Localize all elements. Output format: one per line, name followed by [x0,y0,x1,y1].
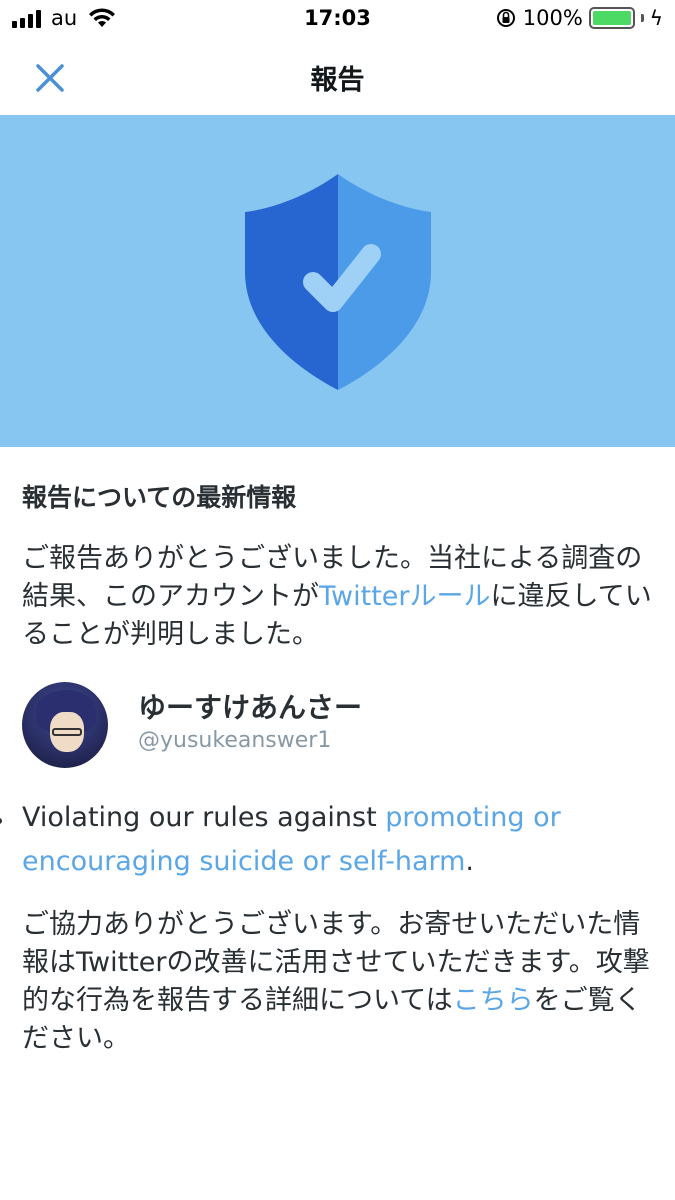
status-bar: au 17:03 100% ϟ [0,0,675,40]
report-result-text: ご報告ありがとうございました。当社による調査の結果、このアカウントがTwitte… [22,543,652,650]
status-right: 100% ϟ [495,6,663,30]
section-heading: 報告についての最新情報 [22,483,297,512]
battery-icon [588,7,635,29]
charging-icon: ϟ [649,6,663,30]
twitter-rules-link[interactable]: Twitterルール [319,581,491,612]
avatar[interactable] [22,682,108,768]
hero-banner [0,115,675,447]
thanks-text: ご協力ありがとうございます。お寄せいただいた情報はTwitterの改善に活用させ… [22,909,650,1054]
reported-user: ゆーすけあんさー @yusukeanswer1 [22,682,662,772]
report-content: 報告についての最新情報 ご報告ありがとうございました。当社による調査の結果、この… [0,478,662,1054]
shield-check-icon [245,174,431,390]
details-link[interactable]: こちら [453,985,534,1016]
bullet-dot [0,818,2,824]
battery-tip [640,14,644,22]
user-handle: @yusukeanswer1 [138,728,332,753]
nav-bar: 報告 [0,40,675,114]
orientation-lock-icon [496,9,515,27]
page-title: 報告 [310,65,365,96]
violation-text: Violating our rules against promoting or… [22,802,561,877]
battery-percent: 100% [522,6,583,30]
user-display-name: ゆーすけあんさー [138,691,363,724]
